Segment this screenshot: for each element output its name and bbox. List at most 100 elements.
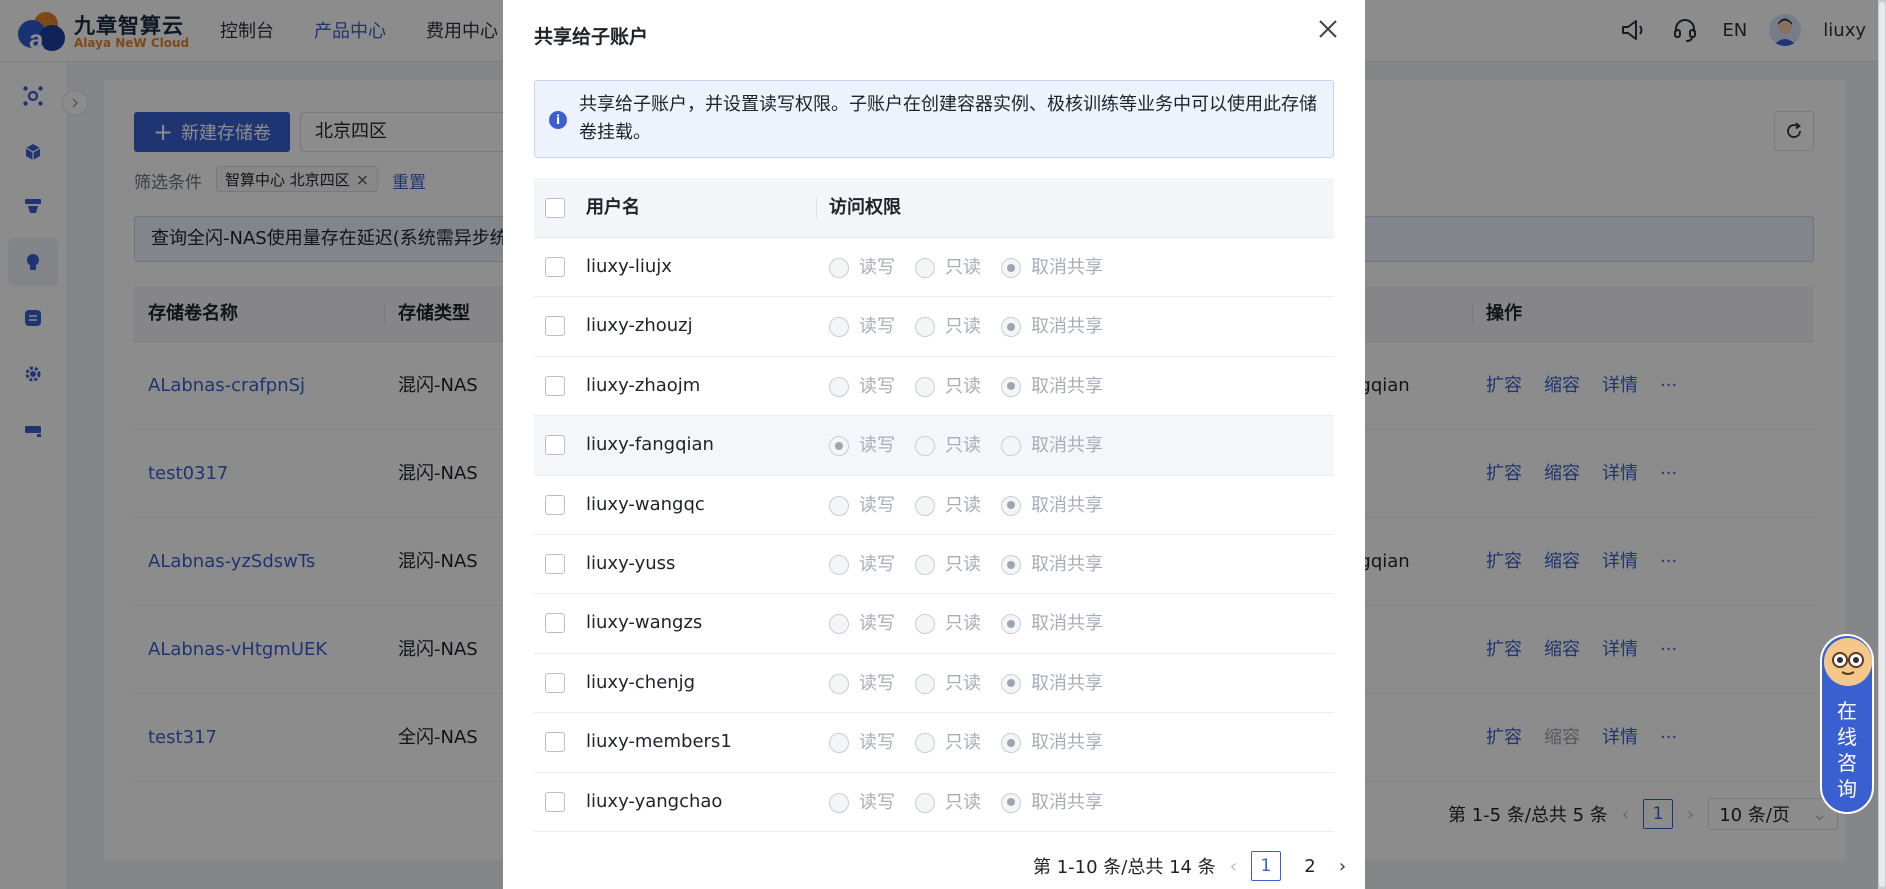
row-checkbox[interactable] <box>545 672 565 693</box>
radio-rw[interactable]: 读写 <box>829 614 895 635</box>
radio-ro[interactable]: 只读 <box>915 613 981 635</box>
radio-label: 只读 <box>945 435 981 457</box>
th-access: 访问权限 <box>829 197 901 218</box>
radio-label: 读写 <box>859 791 895 813</box>
share-row: liuxy-liujx 读写 只读 取消共享 <box>534 238 1334 298</box>
radio-none[interactable]: 取消共享 <box>1001 555 1103 575</box>
radio-dot <box>1001 258 1021 278</box>
radio-rw[interactable]: 读写 <box>829 791 895 813</box>
radio-dot <box>1001 614 1021 635</box>
radio-none[interactable]: 取消共享 <box>1001 258 1103 278</box>
radio-none[interactable]: 取消共享 <box>1001 614 1103 635</box>
radio-dot <box>915 258 935 278</box>
radio-rw[interactable]: 读写 <box>829 375 895 397</box>
row-checkbox[interactable] <box>545 732 565 753</box>
radio-rw[interactable]: 读写 <box>829 495 895 516</box>
select-all-checkbox[interactable] <box>545 198 565 218</box>
radio-none[interactable]: 取消共享 <box>1001 673 1103 694</box>
share-row: liuxy-fangqian 读写 只读 取消共享 <box>534 416 1334 476</box>
radio-dot <box>1001 792 1021 813</box>
radio-dot <box>829 376 849 397</box>
radio-rw[interactable]: 读写 <box>829 673 895 694</box>
radio-label: 只读 <box>945 375 981 397</box>
radio-dot <box>915 555 935 575</box>
info-icon: i <box>549 111 567 129</box>
page-scrollbar[interactable] <box>1879 2 1885 887</box>
radio-dot <box>1001 733 1021 754</box>
radio-dot <box>1001 436 1021 457</box>
share-table-header: 用户名 访问权限 <box>534 178 1334 238</box>
share-row: liuxy-wangzs 读写 只读 取消共享 <box>534 594 1334 654</box>
row-checkbox[interactable] <box>545 494 565 515</box>
radio-none[interactable]: 取消共享 <box>1001 732 1103 754</box>
share-row: liuxy-wangqc 读写 只读 取消共享 <box>534 476 1334 535</box>
radio-ro[interactable]: 只读 <box>915 733 981 754</box>
radio-ro[interactable]: 只读 <box>915 495 981 516</box>
radio-ro[interactable]: 只读 <box>915 258 981 278</box>
radio-label: 只读 <box>945 316 981 338</box>
radio-ro[interactable]: 只读 <box>915 673 981 694</box>
username: liuxy-wangzs <box>586 612 703 634</box>
mascot-icon <box>1824 638 1872 686</box>
radio-label: 读写 <box>859 257 895 278</box>
radio-dot <box>915 792 935 813</box>
radio-rw[interactable]: 读写 <box>829 258 895 278</box>
radio-rw[interactable]: 读写 <box>829 555 895 575</box>
radio-dot <box>915 673 935 694</box>
share-modal: 共享给子账户 i 共享给子账户，并设置读写权限。子账户在创建容器实例、极核训练等… <box>503 0 1365 889</box>
radio-rw[interactable]: 读写 <box>829 316 895 338</box>
radio-dot <box>1001 317 1021 338</box>
online-consult-widget[interactable]: 在 线 咨 询 <box>1820 634 1874 814</box>
radio-none[interactable]: 取消共享 <box>1001 317 1103 338</box>
row-checkbox[interactable] <box>545 435 565 456</box>
radio-dot <box>915 614 935 635</box>
radio-label: 只读 <box>945 257 981 278</box>
radio-ro[interactable]: 只读 <box>915 375 981 397</box>
radio-label: 取消共享 <box>1031 257 1103 278</box>
radio-ro[interactable]: 只读 <box>915 316 981 338</box>
row-checkbox[interactable] <box>545 257 565 277</box>
share-row: liuxy-yuss 读写 只读 取消共享 <box>534 535 1334 595</box>
radio-none[interactable]: 取消共享 <box>1001 791 1103 813</box>
username: liuxy-yangchao <box>586 790 723 812</box>
modal-pagination: 第 1-10 条/总共 14 条 ‹ 1 2 › <box>1033 850 1346 882</box>
radio-label: 只读 <box>945 613 981 635</box>
radio-label: 读写 <box>859 375 895 397</box>
row-checkbox[interactable] <box>545 554 565 574</box>
radio-dot <box>915 733 935 754</box>
radio-label: 只读 <box>945 791 981 813</box>
page-button-2[interactable]: 2 <box>1295 856 1325 877</box>
radio-dot <box>829 317 849 338</box>
radio-label: 取消共享 <box>1031 732 1103 754</box>
radio-none[interactable]: 取消共享 <box>1001 376 1103 397</box>
chevron-right-icon[interactable]: › <box>1339 856 1346 877</box>
radio-dot <box>1001 376 1021 397</box>
radio-none[interactable]: 取消共享 <box>1001 495 1103 516</box>
share-row: liuxy-chenjg 读写 只读 取消共享 <box>534 654 1334 714</box>
modal-pagination-summary: 第 1-10 条/总共 14 条 <box>1033 857 1216 878</box>
row-checkbox[interactable] <box>545 613 565 634</box>
radio-rw[interactable]: 读写 <box>829 435 895 457</box>
radio-label: 读写 <box>859 316 895 338</box>
row-checkbox[interactable] <box>545 375 565 396</box>
radio-ro[interactable]: 只读 <box>915 435 981 457</box>
row-checkbox[interactable] <box>545 316 565 337</box>
radio-rw[interactable]: 读写 <box>829 733 895 754</box>
username: liuxy-yuss <box>586 553 676 574</box>
radio-ro[interactable]: 只读 <box>915 555 981 575</box>
username: liuxy-wangqc <box>586 493 705 515</box>
radio-dot <box>1001 673 1021 694</box>
radio-label: 取消共享 <box>1031 791 1103 813</box>
radio-dot <box>829 555 849 575</box>
radio-label: 读写 <box>859 435 895 457</box>
radio-dot <box>915 495 935 516</box>
radio-dot <box>1001 495 1021 516</box>
radio-none[interactable]: 取消共享 <box>1001 436 1103 457</box>
close-icon[interactable] <box>1315 16 1341 42</box>
row-checkbox[interactable] <box>545 791 565 812</box>
radio-dot <box>915 317 935 338</box>
page-button-1[interactable]: 1 <box>1250 851 1281 881</box>
chevron-left-icon[interactable]: ‹ <box>1230 856 1237 877</box>
radio-ro[interactable]: 只读 <box>915 791 981 813</box>
radio-label: 取消共享 <box>1031 554 1103 575</box>
